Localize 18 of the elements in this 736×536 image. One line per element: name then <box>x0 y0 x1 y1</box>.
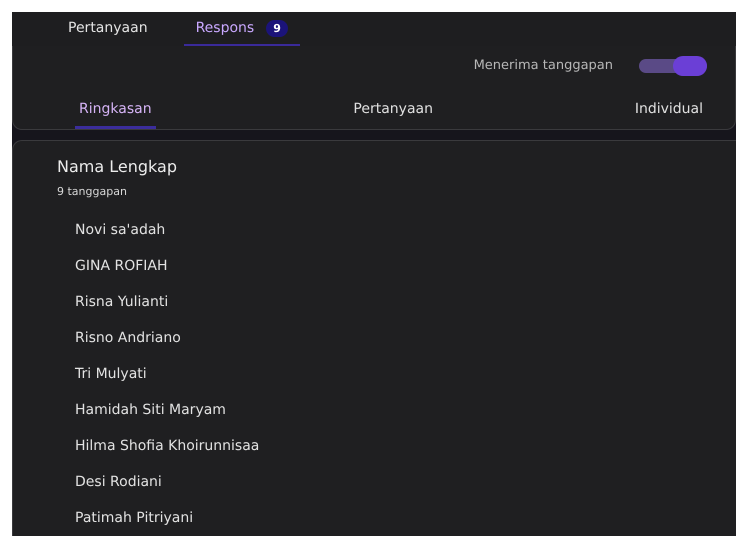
count-badge: 9 <box>266 20 288 37</box>
answer-item: Tri Mulyati <box>74 365 148 384</box>
answer-item: Risno Andriano <box>74 329 182 348</box>
answer-item: GINA ROFIAH <box>74 257 169 276</box>
tab[interactable]: Ringkasan <box>75 91 156 129</box>
answer-item: Hamidah Siti Maryam <box>74 401 227 420</box>
answer-item: Novi sa'adah <box>74 221 166 240</box>
answer-item: Patimah Pitriyani <box>74 509 194 528</box>
answer-item: Hilma Shofia Khoirunnisaa <box>74 437 260 456</box>
response-count: 9 tanggapan <box>57 185 128 198</box>
tab[interactable]: Individual <box>630 91 707 129</box>
tab[interactable]: Pertanyaan <box>56 12 160 46</box>
answer-item: Risna Yulianti <box>74 293 170 312</box>
question-title: Nama Lengkap <box>57 157 178 176</box>
answer-item: Desi Rodiani <box>74 473 163 492</box>
toggle-switch[interactable] <box>639 58 707 73</box>
toggle-label: Menerima tanggapan <box>474 58 613 74</box>
tab[interactable]: Pertanyaan <box>349 91 437 129</box>
